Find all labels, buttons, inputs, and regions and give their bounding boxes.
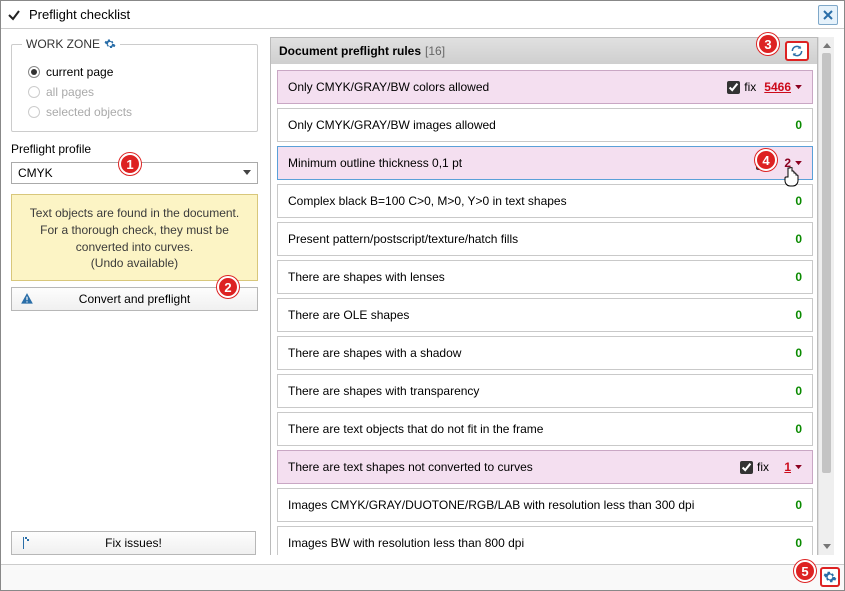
rules-heading-text: Document preflight rules	[279, 44, 421, 58]
check-icon	[7, 8, 21, 22]
chevron-down-icon[interactable]	[795, 161, 802, 166]
workzone-fieldset: WORK ZONE current page all pages selecte…	[11, 37, 258, 132]
scrollbar[interactable]	[818, 37, 834, 555]
rule-row[interactable]: There are text shapes not converted to c…	[277, 450, 813, 484]
rule-row[interactable]: Only CMYK/GRAY/BW images allowed0	[277, 108, 813, 142]
rule-text: Complex black B=100 C>0, M>0, Y>0 in tex…	[288, 194, 788, 208]
rule-row[interactable]: There are shapes with lenses0	[277, 260, 813, 294]
radio-label: current page	[46, 65, 113, 79]
profile-label: Preflight profile	[11, 142, 91, 156]
issue-count[interactable]: 5466	[764, 80, 791, 94]
rules-list: Only CMYK/GRAY/BW colors allowedfix5466O…	[271, 64, 817, 555]
rule-text: Minimum outline thickness 0,1 pt	[288, 156, 756, 170]
titlebar: Preflight checklist	[1, 1, 844, 29]
rule-row[interactable]: There are OLE shapes0	[277, 298, 813, 332]
info-line: For a thorough check, they must be	[20, 222, 249, 239]
issue-count: 0	[788, 270, 802, 284]
callout-2: 2	[217, 276, 239, 298]
radio-icon	[28, 86, 40, 98]
settings-button[interactable]	[820, 567, 840, 587]
fix-checkbox[interactable]: fix	[727, 80, 756, 94]
rule-text: There are text shapes not converted to c…	[288, 460, 740, 474]
rules-header: Document preflight rules [16]	[271, 38, 817, 64]
rule-row[interactable]: There are shapes with a shadow0	[277, 336, 813, 370]
rule-text: Present pattern/postscript/texture/hatch…	[288, 232, 788, 246]
issue-count: 0	[788, 384, 802, 398]
rule-text: Only CMYK/GRAY/BW colors allowed	[288, 80, 727, 94]
close-button[interactable]	[818, 5, 838, 25]
rule-row[interactable]: There are text objects that do not fit i…	[277, 412, 813, 446]
radio-current-page[interactable]: current page	[28, 65, 247, 79]
workzone-legend-text: WORK ZONE	[26, 37, 100, 51]
rule-text: Images CMYK/GRAY/DUOTONE/RGB/LAB with re…	[288, 498, 788, 512]
scroll-up-icon[interactable]	[819, 37, 834, 53]
radio-selected-objects[interactable]: selected objects	[28, 105, 247, 119]
flag-icon	[20, 536, 34, 550]
issue-count: 0	[788, 346, 802, 360]
info-line: converted into curves.	[20, 239, 249, 256]
issue-count: 0	[788, 536, 802, 550]
rule-text: Images BW with resolution less than 800 …	[288, 536, 788, 550]
rule-text: There are OLE shapes	[288, 308, 788, 322]
workzone-legend: WORK ZONE	[22, 37, 120, 51]
info-undo: (Undo available)	[20, 255, 249, 272]
rule-text: There are text objects that do not fit i…	[288, 422, 788, 436]
scroll-down-icon[interactable]	[819, 539, 834, 555]
chevron-down-icon[interactable]	[795, 85, 802, 90]
scroll-thumb[interactable]	[822, 53, 831, 473]
cursor-icon	[783, 167, 799, 187]
fix-label: fix	[744, 80, 756, 94]
fix-label: fix	[757, 460, 769, 474]
radio-label: all pages	[46, 85, 94, 99]
issue-count[interactable]: 1	[777, 460, 791, 474]
rule-text: There are shapes with lenses	[288, 270, 788, 284]
rule-text: There are shapes with transparency	[288, 384, 788, 398]
fix-checkbox[interactable]: fix	[740, 460, 769, 474]
issue-count: 0	[788, 232, 802, 246]
radio-icon	[28, 66, 40, 78]
issue-count: 0	[788, 498, 802, 512]
gear-icon[interactable]	[104, 38, 116, 50]
issue-count: 0	[788, 308, 802, 322]
refresh-button[interactable]	[785, 41, 809, 61]
info-line: Text objects are found in the document.	[20, 205, 249, 222]
issue-count: 0	[788, 422, 802, 436]
rule-row[interactable]: Images CMYK/GRAY/DUOTONE/RGB/LAB with re…	[277, 488, 813, 522]
main-area: WORK ZONE current page all pages selecte…	[1, 29, 844, 563]
fix-issues-button[interactable]: Fix issues!	[11, 531, 256, 555]
rule-row[interactable]: Images BW with resolution less than 800 …	[277, 526, 813, 555]
radio-icon	[28, 106, 40, 118]
issue-count: 0	[788, 194, 802, 208]
rule-row[interactable]: Present pattern/postscript/texture/hatch…	[277, 222, 813, 256]
rules-container: Document preflight rules [16] Only CMYK/…	[270, 37, 818, 555]
profile-value: CMYK	[18, 166, 53, 180]
footer	[1, 564, 844, 590]
rule-text: There are shapes with a shadow	[288, 346, 788, 360]
rule-row[interactable]: Only CMYK/GRAY/BW colors allowed fix 5466	[277, 70, 813, 104]
callout-3: 3	[757, 33, 779, 55]
chevron-down-icon	[243, 170, 251, 176]
info-box: Text objects are found in the document. …	[11, 194, 258, 281]
callout-1: 1	[119, 153, 141, 175]
issue-count: 0	[788, 118, 802, 132]
chevron-down-icon[interactable]	[795, 465, 802, 470]
warning-icon	[20, 292, 34, 306]
convert-label: Convert and preflight	[79, 292, 190, 306]
rule-row[interactable]: There are shapes with transparency0	[277, 374, 813, 408]
callout-4: 4	[755, 149, 777, 171]
window-title: Preflight checklist	[29, 7, 818, 22]
callout-5: 5	[794, 560, 816, 582]
radio-label: selected objects	[46, 105, 132, 119]
rule-row[interactable]: Complex black B=100 C>0, M>0, Y>0 in tex…	[277, 184, 813, 218]
right-panel: Document preflight rules [16] Only CMYK/…	[266, 29, 844, 563]
rule-text: Only CMYK/GRAY/BW images allowed	[288, 118, 788, 132]
rules-count: [16]	[425, 44, 445, 58]
radio-all-pages[interactable]: all pages	[28, 85, 247, 99]
fix-issues-label: Fix issues!	[105, 536, 162, 550]
rule-row[interactable]: Minimum outline thickness 0,1 pt2	[277, 146, 813, 180]
